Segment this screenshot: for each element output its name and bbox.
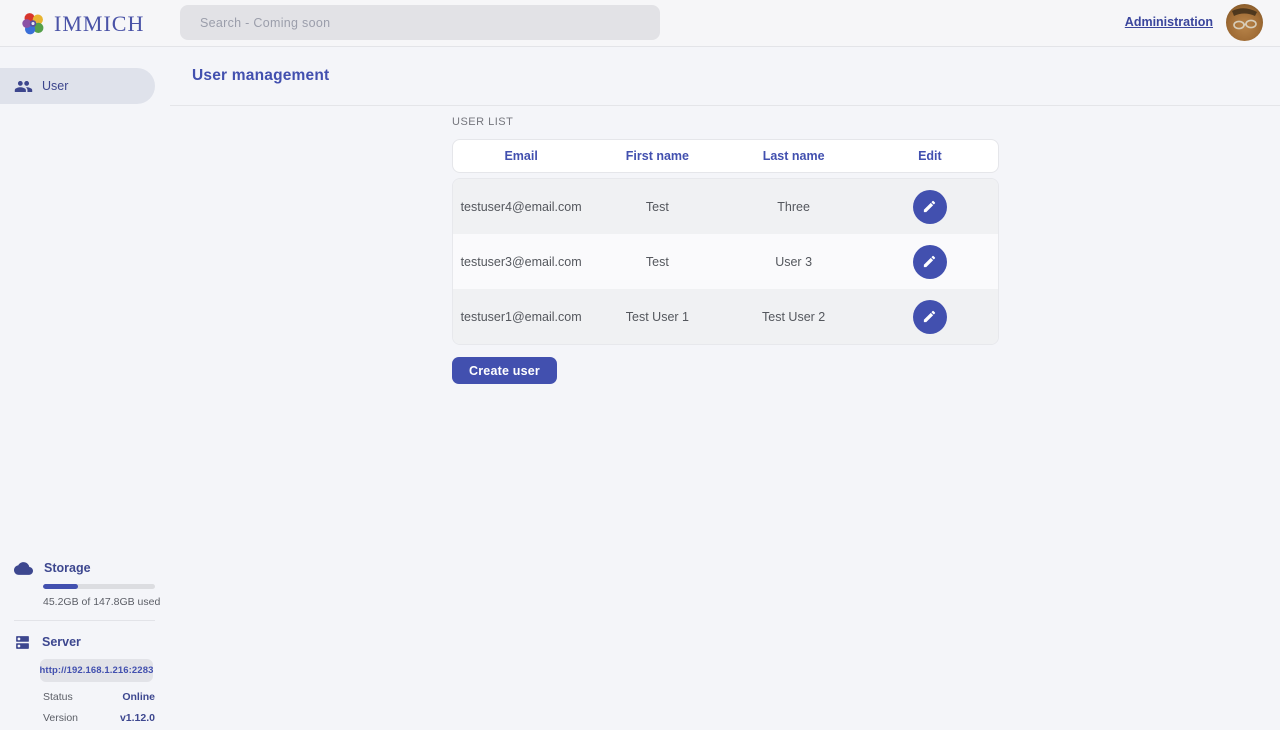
sidebar: User Storage 45.2GB of 147.8GB used: [0, 47, 170, 730]
edit-user-button[interactable]: [913, 190, 947, 224]
users-group-icon: [14, 77, 33, 96]
server-title: Server: [42, 635, 81, 649]
cell-last-name: User 3: [726, 255, 862, 269]
cell-first-name: Test: [589, 255, 725, 269]
storage-usage-text: 45.2GB of 147.8GB used: [43, 596, 170, 608]
cell-first-name: Test User 1: [589, 310, 725, 324]
user-list-section: USER LIST Email First name Last name Edi…: [452, 113, 999, 384]
column-header-last-name: Last name: [726, 149, 862, 163]
cell-first-name: Test: [589, 200, 725, 214]
sidebar-item-label: User: [42, 79, 68, 93]
cell-last-name: Three: [726, 200, 862, 214]
sidebar-item-user[interactable]: User: [0, 68, 155, 104]
table-row: testuser1@email.com Test User 1 Test Use…: [453, 289, 998, 344]
user-avatar[interactable]: [1226, 4, 1263, 41]
pencil-icon: [922, 199, 937, 214]
table-header-row: Email First name Last name Edit: [452, 139, 999, 173]
version-value: v1.12.0: [120, 712, 155, 724]
pencil-icon: [922, 309, 937, 324]
cloud-icon: [14, 559, 33, 578]
create-user-button[interactable]: Create user: [452, 357, 557, 384]
status-value: Online: [122, 691, 155, 703]
cell-last-name: Test User 2: [726, 310, 862, 324]
table-row: testuser3@email.com Test User 3: [453, 234, 998, 289]
app-logo[interactable]: IMMICH: [20, 10, 144, 37]
server-section-header: Server: [14, 633, 170, 651]
edit-user-button[interactable]: [913, 300, 947, 334]
column-header-first-name: First name: [589, 149, 725, 163]
edit-user-button[interactable]: [913, 245, 947, 279]
page-title: User management: [192, 67, 329, 85]
storage-progress-bar: [43, 584, 155, 589]
table-row: testuser4@email.com Test Three: [453, 179, 998, 234]
cell-email: testuser3@email.com: [453, 255, 589, 269]
search-input[interactable]: [180, 5, 660, 40]
immich-admin-page: IMMICH Administration User: [0, 0, 1280, 730]
column-header-edit: Edit: [862, 149, 998, 163]
sidebar-divider: [14, 620, 155, 621]
immich-flower-icon: [20, 10, 47, 37]
content-header: User management: [170, 47, 1280, 106]
server-icon: [14, 634, 31, 651]
server-url: http://192.168.1.216:2283: [40, 665, 154, 676]
storage-section-header: Storage: [14, 559, 170, 577]
table-body: testuser4@email.com Test Three testuser3…: [452, 178, 999, 345]
app-name: IMMICH: [54, 11, 144, 37]
server-version-row: Version v1.12.0: [43, 712, 155, 724]
cell-email: testuser4@email.com: [453, 200, 589, 214]
administration-link[interactable]: Administration: [1125, 15, 1213, 29]
server-status-row: Status Online: [43, 691, 155, 703]
storage-progress-fill: [43, 584, 78, 589]
top-navbar: IMMICH Administration: [0, 0, 1280, 47]
cell-email: testuser1@email.com: [453, 310, 589, 324]
sidebar-status-panel: Storage 45.2GB of 147.8GB used Server ht…: [0, 559, 170, 724]
status-label: Status: [43, 691, 73, 703]
column-header-email: Email: [453, 149, 589, 163]
storage-title: Storage: [44, 561, 91, 575]
server-url-badge: http://192.168.1.216:2283: [40, 659, 153, 682]
section-label: USER LIST: [452, 116, 999, 128]
pencil-icon: [922, 254, 937, 269]
version-label: Version: [43, 712, 78, 724]
